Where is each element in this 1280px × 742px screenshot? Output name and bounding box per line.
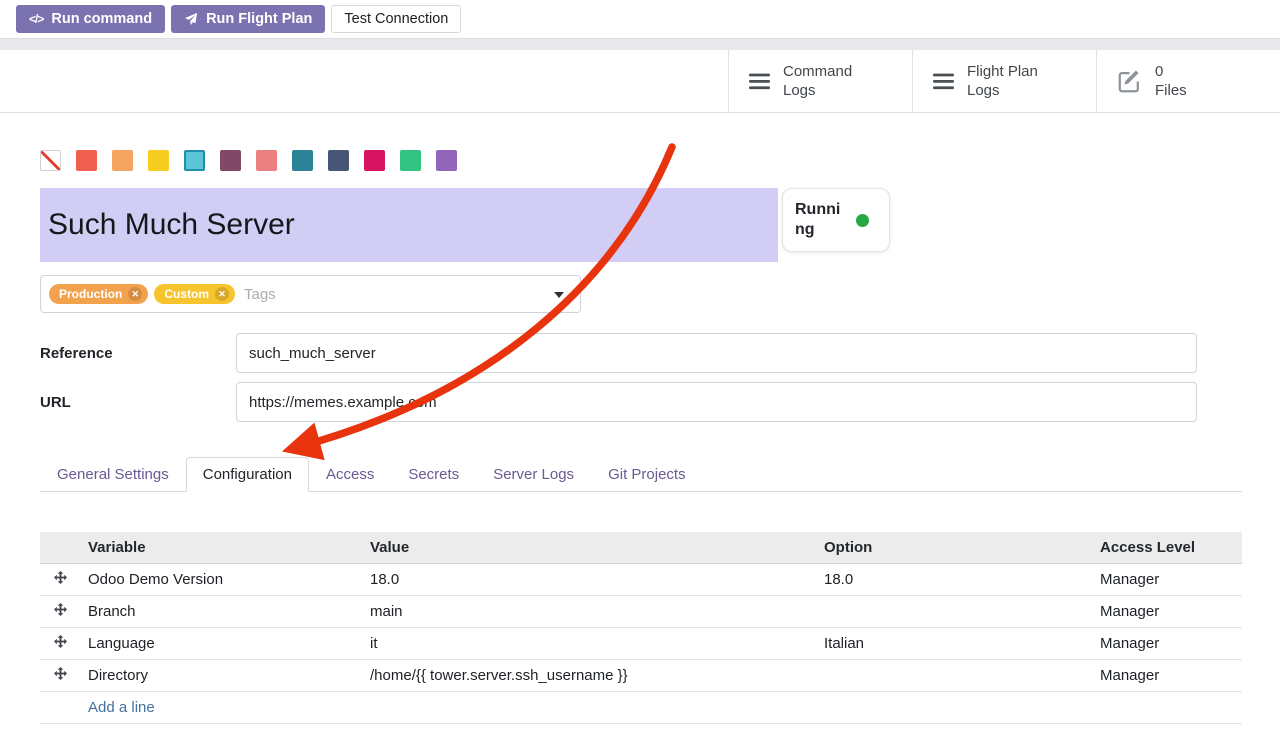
hamburger-icon [749,73,770,90]
cell-variable[interactable]: Odoo Demo Version [80,564,362,596]
cell-variable[interactable]: Language [80,628,362,660]
url-row: URL [40,382,1242,422]
color-swatch-green[interactable] [400,150,421,171]
cell-value[interactable]: 18.0 [362,564,816,596]
drag-handle-icon[interactable] [40,596,80,628]
cell-access-level[interactable]: Manager [1092,628,1242,660]
color-swatch-yellow[interactable] [148,150,169,171]
command-logs-line2: Logs [783,81,852,101]
cell-option[interactable] [816,596,1092,628]
column-header-access-level: Access Level [1092,532,1242,564]
color-swatch-dark-purple[interactable] [220,150,241,171]
cell-variable[interactable]: Directory [80,660,362,692]
tab-access[interactable]: Access [309,457,391,492]
status-dot [856,214,869,227]
url-label: URL [40,394,236,411]
run-flight-plan-button[interactable]: Run Flight Plan [171,5,325,33]
color-swatch-magenta[interactable] [364,150,385,171]
run-command-button[interactable]: </> Run command [16,5,165,33]
color-swatch-orange[interactable] [112,150,133,171]
color-swatch-none[interactable] [40,150,61,171]
flight-plan-logs-line2: Logs [967,81,1038,101]
cell-value[interactable]: /home/{{ tower.server.ssh_username }} [362,660,816,692]
dropdown-caret-icon[interactable] [554,292,564,298]
tab-general-settings[interactable]: General Settings [40,457,186,492]
color-swatch-teal[interactable] [292,150,313,171]
color-swatch-cyan[interactable] [184,150,205,171]
paper-plane-icon [184,12,198,26]
files-label: Files [1155,81,1187,101]
cell-access-level[interactable]: Manager [1092,564,1242,596]
flight-plan-logs-line1: Flight Plan [967,62,1038,82]
column-header-option: Option [816,532,1092,564]
reference-row: Reference [40,333,1242,373]
add-a-line-link[interactable]: Add a line [88,699,155,716]
column-header-value: Value [362,532,816,564]
cell-value[interactable]: it [362,628,816,660]
remove-tag-icon[interactable]: ✕ [215,287,229,301]
form-content: Such Much Server Running Production ✕ Cu… [0,150,1280,724]
command-logs-button[interactable]: Command Logs [728,50,912,112]
cell-access-level[interactable]: Manager [1092,596,1242,628]
files-button[interactable]: 0 Files [1096,50,1280,112]
table-row[interactable]: Odoo Demo Version 18.0 18.0 Manager [40,564,1242,596]
color-swatch-salmon[interactable] [256,150,277,171]
tags-placeholder: Tags [244,286,276,303]
test-connection-label: Test Connection [344,11,448,27]
cell-option[interactable] [816,660,1092,692]
table-row[interactable]: Language it Italian Manager [40,628,1242,660]
color-swatch-navy[interactable] [328,150,349,171]
reference-input[interactable] [236,333,1197,373]
tag-custom[interactable]: Custom ✕ [154,284,235,304]
tag-production[interactable]: Production ✕ [49,284,148,304]
hamburger-icon [933,73,954,90]
run-flight-plan-label: Run Flight Plan [206,11,312,27]
status-card: Running [782,188,890,252]
run-command-label: Run command [51,11,152,27]
column-header-handle [40,532,80,564]
code-icon: </> [29,12,43,26]
cell-variable[interactable]: Branch [80,596,362,628]
flight-plan-logs-button[interactable]: Flight Plan Logs [912,50,1096,112]
add-line-row: Add a line [40,692,1242,724]
tags-field[interactable]: Production ✕ Custom ✕ Tags [40,275,581,313]
drag-handle-icon[interactable] [40,564,80,596]
remove-tag-icon[interactable]: ✕ [128,287,142,301]
drag-handle-icon[interactable] [40,628,80,660]
cell-value[interactable]: main [362,596,816,628]
cell-option[interactable]: Italian [816,628,1092,660]
configuration-table: Variable Value Option Access Level Odoo … [40,532,1242,724]
stat-buttons: Command Logs Flight Plan Logs 0 Files [728,50,1280,112]
tab-bar: General Settings Configuration Access Se… [40,457,1242,492]
files-count: 0 [1155,62,1187,82]
tab-git-projects[interactable]: Git Projects [591,457,703,492]
color-palette [40,150,1242,171]
table-row[interactable]: Directory /home/{{ tower.server.ssh_user… [40,660,1242,692]
tag-custom-label: Custom [164,287,209,301]
url-input[interactable] [236,382,1197,422]
tab-server-logs[interactable]: Server Logs [476,457,591,492]
server-name-field[interactable]: Such Much Server [40,188,778,262]
color-swatch-purple[interactable] [436,150,457,171]
drag-handle-icon[interactable] [40,660,80,692]
reference-label: Reference [40,345,236,362]
title-row: Such Much Server Running [40,188,1242,262]
tab-configuration[interactable]: Configuration [186,457,309,492]
tag-production-label: Production [59,287,122,301]
table-header-row: Variable Value Option Access Level [40,532,1242,564]
empty-cell [40,692,80,724]
top-toolbar: </> Run command Run Flight Plan Test Con… [0,0,1280,38]
separator-strip [0,38,1280,50]
tab-secrets[interactable]: Secrets [391,457,476,492]
cell-access-level[interactable]: Manager [1092,660,1242,692]
header-band: Command Logs Flight Plan Logs 0 Files [0,50,1280,113]
command-logs-line1: Command [783,62,852,82]
cell-option[interactable]: 18.0 [816,564,1092,596]
color-swatch-red[interactable] [76,150,97,171]
edit-icon [1117,69,1142,94]
status-label: Running [795,200,847,240]
test-connection-button[interactable]: Test Connection [331,5,461,33]
column-header-variable: Variable [80,532,362,564]
table-row[interactable]: Branch main Manager [40,596,1242,628]
